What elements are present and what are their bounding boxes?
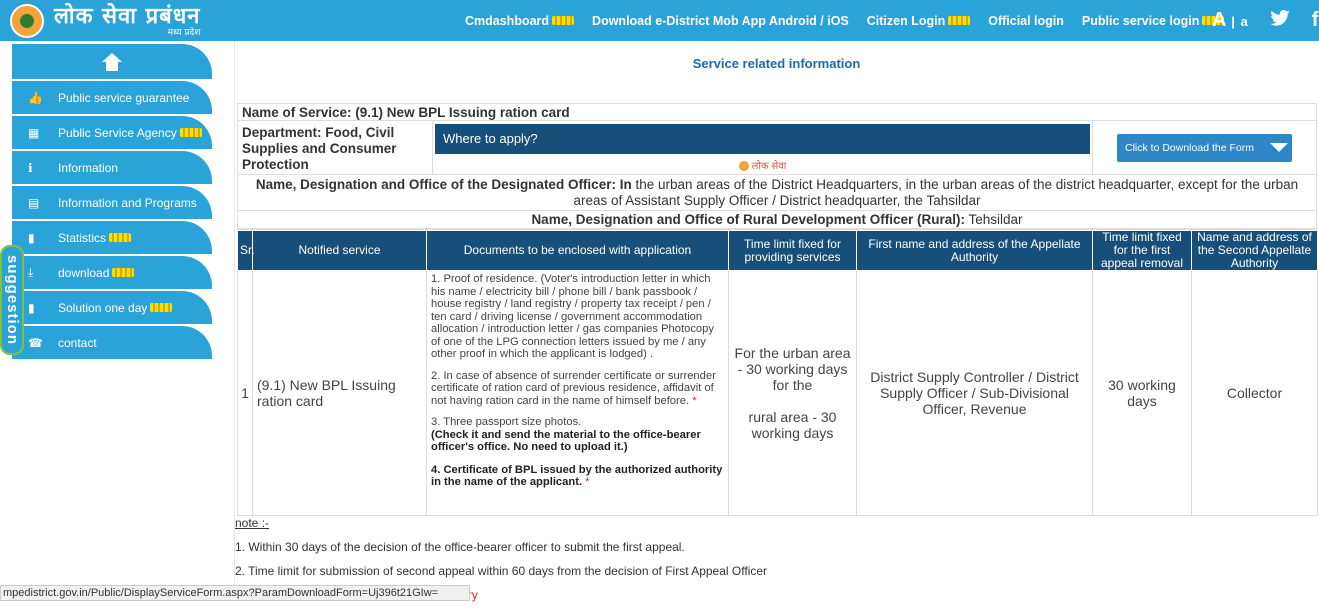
info-icon: ℹ	[28, 160, 33, 175]
logo[interactable]: लोक सेवा प्रबंधन मध्य प्रदेश	[10, 2, 220, 39]
where-to-apply-bar[interactable]: Where to apply?	[435, 124, 1090, 154]
col-appellate: First name and address of the Appellate …	[856, 230, 1093, 271]
nav-citizen-login[interactable]: Citizen Login	[867, 14, 971, 28]
bar-chart-icon: ▮	[28, 230, 35, 245]
sidebar-item-download[interactable]: ⤓ download	[12, 256, 212, 289]
sidebar-item-solution-one-day[interactable]: ▮ Solution one day	[12, 291, 212, 324]
documents-list: 1. Proof of residence. (Voter's introduc…	[426, 270, 729, 516]
twitter-icon[interactable]	[1270, 9, 1290, 32]
top-header: लोक सेवा प्रबंधन मध्य प्रदेश Cmdashboard…	[0, 0, 1319, 41]
new-badge-icon	[179, 128, 202, 137]
list-icon: ▤	[28, 195, 40, 210]
page-title: Service related information	[692, 56, 861, 71]
service-name: Name of Service: (9.1) New BPL Issuing r…	[238, 104, 1316, 121]
service-info-box: Name of Service: (9.1) New BPL Issuing r…	[237, 103, 1317, 230]
table-header: Sr. Notified service Documents to be enc…	[237, 230, 1318, 271]
nav-cmdashboard[interactable]: Cmdashboard	[465, 14, 575, 28]
col-second-appellate: Name and address of the Second Appellate…	[1191, 230, 1318, 271]
col-sr: Sr.	[237, 230, 255, 271]
download-icon: ⤓	[28, 265, 34, 279]
table-row: 1 (9.1) New BPL Issuing ration card 1. P…	[237, 270, 1318, 516]
download-form-button[interactable]: Click to Download the Form	[1117, 133, 1292, 162]
bar-chart-icon: ▮	[28, 300, 35, 315]
sidebar-item-contact[interactable]: ☎ contact	[12, 326, 212, 359]
designated-officer: Name, Designation and Office of the Desi…	[238, 175, 1316, 211]
top-nav: Cmdashboard Download e-District Mob App …	[465, 0, 1242, 41]
home-button[interactable]	[12, 44, 212, 79]
grid-icon: ▦	[28, 125, 40, 140]
col-appeal-time: Time limit fixed for the first appeal re…	[1092, 230, 1192, 271]
sidebar-item-public-service-guarantee[interactable]: 👍 Public service guarantee	[12, 81, 212, 114]
thumbs-up-icon: 👍	[28, 90, 43, 105]
sidebar-item-public-service-agency[interactable]: ▦ Public Service Agency	[12, 116, 212, 149]
col-time-limit: Time limit fixed for providing services	[728, 230, 857, 271]
rural-officer: Name, Designation and Office of Rural De…	[238, 211, 1316, 229]
new-badge-icon	[150, 303, 173, 312]
nav-download-app[interactable]: Download e-District Mob App Android / iO…	[592, 14, 849, 28]
sidebar-item-information-programs[interactable]: ▤ Information and Programs	[12, 186, 212, 219]
col-documents: Documents to be enclosed with applicatio…	[426, 230, 729, 271]
new-badge-icon	[552, 16, 575, 25]
home-icon	[101, 52, 123, 71]
suggestion-tab[interactable]: suggestion	[0, 245, 24, 355]
facebook-icon[interactable]: f	[1312, 9, 1319, 32]
main-content: Service related information Name of Serv…	[234, 41, 1319, 602]
col-notified-service: Notified service	[252, 230, 427, 271]
new-badge-icon	[109, 233, 132, 242]
new-badge-icon	[948, 16, 971, 25]
sidebar-item-statistics[interactable]: ▮ Statistics	[12, 221, 212, 254]
logo-subtitle: मध्य प्रदेश	[167, 27, 201, 38]
font-size-toggle[interactable]: A | a	[1212, 9, 1248, 32]
browser-status-url: mpedistrict.gov.in/Public/DisplayService…	[0, 585, 470, 601]
lok-seva-emblem-icon	[738, 161, 749, 172]
phone-icon: ☎	[28, 335, 43, 350]
sidebar-item-information[interactable]: ℹ Information	[12, 151, 212, 184]
department: Department: Food, Civil Supplies and Con…	[238, 121, 433, 174]
logo-title: लोक सेवा प्रबंधन	[54, 2, 201, 29]
sidebar: 👍 Public service guarantee ▦ Public Servic…	[12, 44, 212, 361]
chevron-down-icon	[1269, 143, 1288, 152]
mp-emblem-icon	[10, 3, 44, 38]
nav-public-service-login[interactable]: Public service login	[1082, 14, 1225, 28]
lok-seva-logo: लोक सेवा	[435, 158, 1090, 172]
new-badge-icon	[112, 268, 135, 277]
service-table: Sr. Notified service Documents to be enc…	[237, 230, 1318, 516]
nav-official-login[interactable]: Official login	[988, 14, 1064, 28]
